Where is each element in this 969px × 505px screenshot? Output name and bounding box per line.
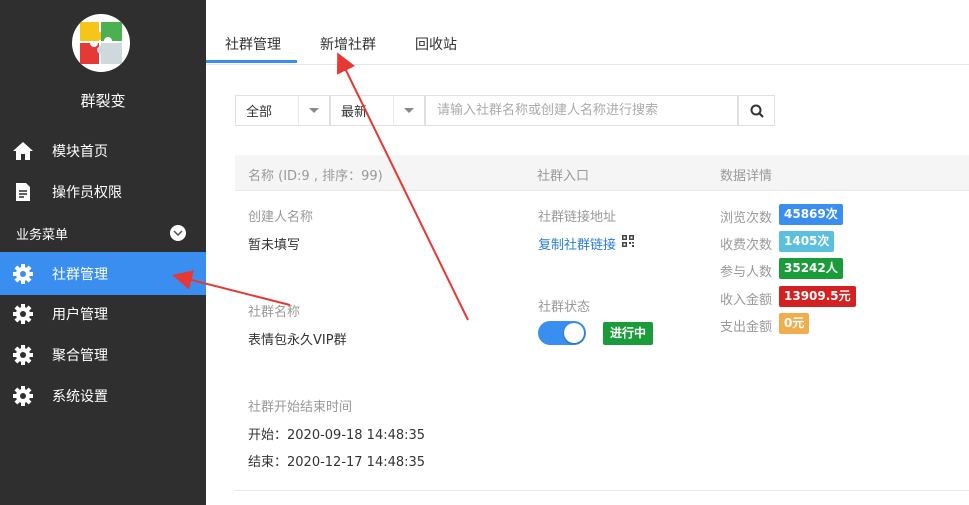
gear-icon (12, 385, 34, 407)
gear-icon (12, 303, 34, 325)
active-tab-indicator (206, 60, 297, 63)
stat-badge-paid: 1405次 (779, 231, 835, 252)
sidebar-item-label: 用户管理 (52, 307, 108, 323)
tab-community-management[interactable]: 社群管理 (225, 34, 281, 54)
divider (298, 96, 299, 125)
tab-bar: 社群管理 新增社群 回收站 (206, 0, 969, 65)
link-label: 社群链接地址 (538, 210, 617, 225)
sidebar-section-business-menu[interactable]: 业务菜单 (0, 222, 206, 244)
stat-badge-income: 13909.5元 (779, 286, 856, 307)
status-toggle[interactable] (538, 321, 586, 345)
chevron-down-icon[interactable] (170, 225, 186, 241)
sidebar-item-community-management[interactable]: 社群管理 (0, 252, 206, 295)
column-header-entry: 社群入口 (537, 169, 590, 184)
tab-add-community[interactable]: 新增社群 (320, 34, 376, 54)
stat-label-participants: 参与人数 (720, 265, 773, 280)
app-name: 群裂变 (80, 92, 126, 110)
status-label: 社群状态 (538, 300, 591, 315)
column-header-stats: 数据详情 (720, 169, 773, 184)
sort-select[interactable]: 最新 (330, 95, 425, 126)
puzzle-logo-icon (80, 22, 122, 64)
status-badge: 进行中 (603, 322, 654, 345)
sidebar-item-label: 系统设置 (52, 389, 108, 405)
search-button[interactable] (738, 95, 775, 126)
sidebar-item-label: 模块首页 (52, 144, 108, 160)
scope-select-value: 全部 (246, 105, 273, 120)
row-divider (235, 490, 969, 491)
stat-label-income: 收入金额 (720, 293, 773, 308)
divider (393, 96, 394, 125)
document-edit-icon (12, 181, 34, 203)
sidebar-item-operator-permissions[interactable]: 操作员权限 (0, 172, 206, 212)
sort-select-value: 最新 (341, 105, 368, 120)
sidebar: 群裂变 模块首页 操作员权限 业务菜单 社群管理 用户管理 聚合管理 系统设置 (0, 0, 206, 505)
period-label: 社群开始结束时间 (248, 400, 353, 415)
home-icon (12, 140, 34, 162)
start-time: 开始：2020-09-18 14:48:35 (248, 428, 426, 443)
group-name-value: 表情包永久VIP群 (248, 333, 347, 348)
sidebar-item-module-home[interactable]: 模块首页 (0, 131, 206, 171)
stat-badge-expense: 0元 (779, 313, 810, 334)
table-header: 名称 (ID:9 , 排序：99) 社群入口 数据详情 (235, 155, 969, 191)
sidebar-item-label: 操作员权限 (52, 185, 122, 201)
creator-label: 创建人名称 (248, 210, 314, 225)
search-icon (750, 104, 764, 118)
copy-link-button[interactable]: 复制社群链接 (538, 234, 616, 253)
sidebar-item-user-management[interactable]: 用户管理 (0, 294, 206, 334)
app-logo (72, 14, 130, 72)
stat-label-paid: 收费次数 (720, 238, 773, 253)
group-name-label: 社群名称 (248, 305, 301, 320)
gear-icon (12, 344, 34, 366)
stat-label-views: 浏览次数 (720, 211, 773, 226)
sidebar-item-label: 聚合管理 (52, 348, 108, 364)
toggle-knob (564, 323, 584, 343)
creator-value: 暂未填写 (248, 238, 301, 253)
sidebar-item-aggregation-management[interactable]: 聚合管理 (0, 335, 206, 375)
sidebar-item-system-settings[interactable]: 系统设置 (0, 376, 206, 416)
stat-label-expense: 支出金额 (720, 320, 773, 335)
stat-badge-views: 45869次 (779, 204, 843, 225)
sidebar-section-label: 业务菜单 (16, 227, 69, 243)
tab-recycle-bin[interactable]: 回收站 (415, 34, 457, 54)
qr-code-icon[interactable] (622, 235, 634, 247)
column-header-name: 名称 (ID:9 , 排序：99) (248, 169, 383, 184)
gear-icon (12, 263, 34, 285)
stat-badge-participants: 35242人 (779, 258, 843, 279)
sidebar-item-label: 社群管理 (52, 266, 108, 283)
caret-down-icon (309, 108, 319, 113)
end-time: 结束：2020-12-17 14:48:35 (248, 455, 426, 470)
caret-down-icon (404, 108, 414, 113)
search-input[interactable] (425, 95, 738, 126)
scope-select[interactable]: 全部 (235, 95, 330, 126)
